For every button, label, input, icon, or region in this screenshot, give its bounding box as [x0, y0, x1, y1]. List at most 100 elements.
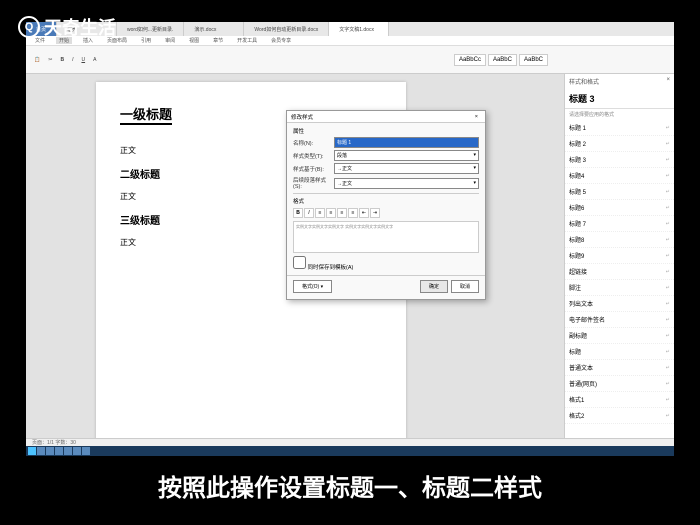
- ok-button[interactable]: 确定: [420, 280, 448, 293]
- style-list: 标题 1↵标题 2↵标题 3↵标题4↵标题 5↵标题6↵标题 7↵标题8↵标题9…: [565, 120, 674, 424]
- watermark-text: 天奇生活: [44, 14, 116, 40]
- style-list-item[interactable]: 标题6↵: [565, 200, 674, 216]
- base-select[interactable]: →正文▾: [334, 163, 479, 174]
- ribbon-tabs: 文件 开始 插入 页面布局 引用 审阅 视图 章节 开发工具 会员专享: [26, 36, 674, 46]
- taskbar: [26, 446, 674, 456]
- tab-doc2[interactable]: 演示.docx: [184, 22, 244, 36]
- underline-icon[interactable]: U: [79, 56, 87, 64]
- ribbon-tab-refs[interactable]: 引用: [138, 37, 154, 44]
- task-icon[interactable]: [82, 447, 90, 455]
- tab-active[interactable]: 文字文稿1.docx: [329, 22, 389, 36]
- chevron-icon: ↵: [666, 253, 670, 259]
- style-list-item[interactable]: 脚注↵: [565, 280, 674, 296]
- heading-1[interactable]: 一级标题: [120, 104, 172, 125]
- modify-style-dialog: 修改样式 × 属性 名称(N): 标题 1 样式类型(T): 段落▾ 样式基于(…: [286, 110, 486, 300]
- bold-icon[interactable]: B: [58, 56, 66, 64]
- ribbon-tab-view[interactable]: 视图: [186, 37, 202, 44]
- style-preview-3[interactable]: AaBbC: [519, 54, 548, 66]
- chevron-icon: ↵: [666, 413, 670, 419]
- style-list-item[interactable]: 标题 3↵: [565, 152, 674, 168]
- cut-icon[interactable]: ✂: [46, 56, 54, 64]
- italic-icon[interactable]: I: [70, 56, 75, 64]
- chevron-icon: ↵: [666, 333, 670, 339]
- style-list-item[interactable]: 格式1↵: [565, 392, 674, 408]
- ribbon-tab-review[interactable]: 审阅: [162, 37, 178, 44]
- dialog-title-text: 修改样式: [291, 113, 313, 121]
- indent-left-icon[interactable]: ⇤: [359, 208, 369, 218]
- screen: 首页 稻壳 word如何...更新目录. 演示.docx Word如何自动更新目…: [26, 22, 674, 456]
- task-icon[interactable]: [73, 447, 81, 455]
- chevron-icon: ↵: [666, 237, 670, 243]
- style-list-item[interactable]: 副标题↵: [565, 328, 674, 344]
- tab-doc1[interactable]: word如何...更新目录.: [117, 22, 184, 36]
- watermark-logo: Q 天奇生活: [18, 14, 116, 40]
- task-icon[interactable]: [46, 447, 54, 455]
- format-toolbar: B I ≡ ≡ ≡ ≡ ⇤ ⇥: [293, 208, 479, 218]
- ribbon-tab-dev[interactable]: 开发工具: [234, 37, 260, 44]
- save-template-checkbox[interactable]: 同时保存到模板(A): [293, 265, 353, 271]
- style-preview-1[interactable]: AaBbCc: [454, 54, 486, 66]
- chevron-icon: ↵: [666, 365, 670, 371]
- start-icon[interactable]: [28, 447, 36, 455]
- next-label: 后续段落样式(S):: [293, 176, 331, 190]
- bold-icon[interactable]: B: [293, 208, 303, 218]
- style-list-item[interactable]: 标题8↵: [565, 232, 674, 248]
- style-preview-2[interactable]: AaBbC: [488, 54, 517, 66]
- ribbon-tab-premium[interactable]: 会员专享: [268, 37, 294, 44]
- next-select[interactable]: →正文▾: [334, 178, 479, 189]
- chevron-icon: ↵: [666, 157, 670, 163]
- style-list-item[interactable]: 超链接↵: [565, 264, 674, 280]
- style-list-item[interactable]: 标题4↵: [565, 168, 674, 184]
- chevron-icon: ↵: [666, 381, 670, 387]
- align-center-icon[interactable]: ≡: [326, 208, 336, 218]
- style-list-item[interactable]: 普通文本↵: [565, 360, 674, 376]
- styles-panel: 样式和格式 × 标题 3 请选择要应用的格式 标题 1↵标题 2↵标题 3↵标题…: [564, 74, 674, 438]
- chevron-icon: ↵: [666, 301, 670, 307]
- chevron-icon: ↵: [666, 349, 670, 355]
- chevron-icon: ↵: [666, 125, 670, 131]
- style-list-item[interactable]: 标题 5↵: [565, 184, 674, 200]
- cancel-button[interactable]: 取消: [451, 280, 479, 293]
- align-left-icon[interactable]: ≡: [315, 208, 325, 218]
- chevron-icon: ↵: [666, 141, 670, 147]
- style-gallery: AaBbCc AaBbC AaBbC: [454, 54, 548, 66]
- close-icon[interactable]: ×: [472, 114, 481, 120]
- indent-right-icon[interactable]: ⇥: [370, 208, 380, 218]
- style-list-item[interactable]: 标题9↵: [565, 248, 674, 264]
- section-properties: 属性: [293, 127, 479, 135]
- name-input[interactable]: 标题 1: [334, 137, 479, 148]
- chevron-icon: ↵: [666, 397, 670, 403]
- dialog-body: 属性 名称(N): 标题 1 样式类型(T): 段落▾ 样式基于(B): →正文…: [287, 123, 485, 275]
- align-right-icon[interactable]: ≡: [337, 208, 347, 218]
- type-select[interactable]: 段落▾: [334, 150, 479, 161]
- chevron-icon: ↵: [666, 317, 670, 323]
- panel-title: 样式和格式 ×: [565, 74, 674, 89]
- status-text: 页面：1/1 字数：30: [32, 439, 76, 446]
- style-list-item[interactable]: 标题 7↵: [565, 216, 674, 232]
- panel-close-icon[interactable]: ×: [666, 77, 670, 86]
- chevron-icon: ↵: [666, 173, 670, 179]
- paste-icon[interactable]: 📋: [32, 56, 42, 64]
- document-tabs: 首页 稻壳 word如何...更新目录. 演示.docx Word如何自动更新目…: [26, 22, 674, 36]
- task-icon[interactable]: [64, 447, 72, 455]
- style-list-item[interactable]: 普通(网页)↵: [565, 376, 674, 392]
- align-justify-icon[interactable]: ≡: [348, 208, 358, 218]
- dialog-titlebar[interactable]: 修改样式 ×: [287, 111, 485, 123]
- font-color-icon[interactable]: A: [91, 56, 98, 64]
- task-icon[interactable]: [55, 447, 63, 455]
- format-button[interactable]: 格式(O) ▾: [293, 280, 332, 293]
- italic-icon[interactable]: I: [304, 208, 314, 218]
- style-list-item[interactable]: 列出文本↵: [565, 296, 674, 312]
- section-format: 格式: [293, 193, 479, 205]
- dialog-buttons: 格式(O) ▾ 确定 取消: [287, 275, 485, 297]
- style-list-item[interactable]: 格式2↵: [565, 408, 674, 424]
- tab-doc3[interactable]: Word如何自动更新目录.docx: [244, 22, 329, 36]
- style-list-item[interactable]: 标题 2↵: [565, 136, 674, 152]
- style-list-item[interactable]: 标题 1↵: [565, 120, 674, 136]
- panel-current-style[interactable]: 标题 3: [565, 89, 674, 109]
- ribbon-toolbar: 📋 ✂ B I U A AaBbCc AaBbC AaBbC: [26, 46, 674, 74]
- ribbon-tab-sections[interactable]: 章节: [210, 37, 226, 44]
- style-list-item[interactable]: 标题↵: [565, 344, 674, 360]
- task-icon[interactable]: [37, 447, 45, 455]
- style-list-item[interactable]: 电子邮件签名↵: [565, 312, 674, 328]
